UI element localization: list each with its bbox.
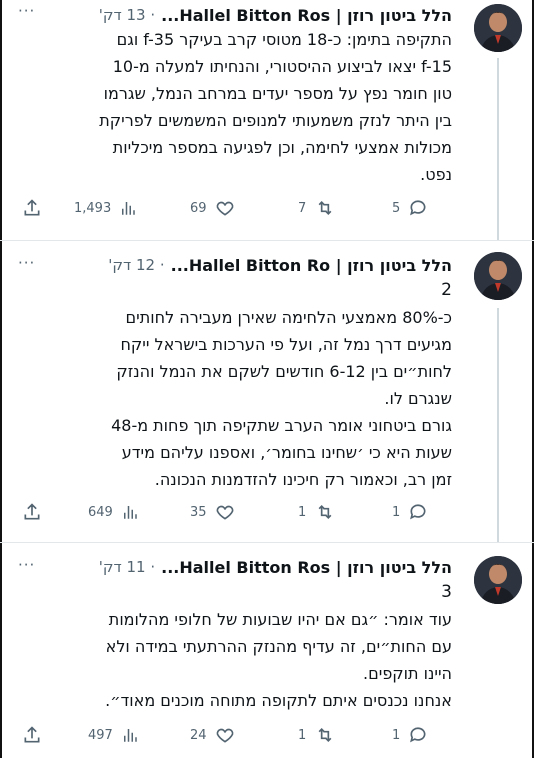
timestamp[interactable]: · 11 דק' [99,558,155,576]
avatar[interactable] [474,252,522,300]
avatar[interactable] [474,4,522,52]
tweet-line: גורם ביטחוני אומר הערב שתקיפה תוך פחות מ… [111,416,452,435]
tweet-body: עוד אומר: ״גם אם יהיו שבועות של חלופי מה… [20,606,452,714]
retweet-icon [318,200,332,216]
retweet-count: 7 [298,200,307,216]
tweet-line: התקיפה בתימן: כ-18 מטוסי קרב בעיקר f-35 … [116,30,452,49]
share-button[interactable] [22,720,42,750]
divider [0,240,534,241]
heart-icon [216,201,233,216]
more-icon[interactable]: ··· [18,556,35,574]
tweet-line: טון חומר נפץ על מספר יעדים במרחב הנמל, ש… [103,84,452,103]
reply-icon [410,504,426,520]
tweet-body: התקיפה בתימן: כ-18 מטוסי קרב בעיקר f-35 … [20,26,452,188]
reply-count: 5 [392,200,401,216]
tweet-header: הלל ביטון רוזן | Hallel Bitton Ro... · 1… [12,252,452,278]
timestamp-value: 11 דק' [98,558,146,576]
retweet-icon [318,727,332,743]
heart-icon [216,728,233,743]
views-count: 497 [88,727,113,743]
author-name[interactable]: הלל ביטון רוזן | Hallel Bitton Ros... [161,6,452,25]
views-count: 1,493 [74,200,112,216]
retweet-count: 1 [298,504,307,520]
tweet-3-actions: 497 24 1 1 [0,720,534,750]
reply-icon [410,727,426,743]
tweet-header: הלל ביטון רוזן | Hallel Bitton Ros... · … [12,554,452,580]
like-count: 35 [190,504,207,520]
avatar[interactable] [474,556,522,604]
share-icon [24,199,40,216]
reply-count: 1 [392,727,401,743]
retweet-button[interactable]: 1 [298,497,336,527]
tweet-line: בין היתר לנזק משמעותי למנופים המשמשים לפ… [99,111,452,130]
thread-number: 2 [441,280,452,300]
author-name[interactable]: הלל ביטון רוזן | Hallel Bitton Ro... [171,256,452,275]
tweet-line: זמן רב, וכאמור רק חיכינו להזדמנות הנכונה… [154,470,452,489]
reply-count: 1 [392,504,401,520]
views-icon [122,202,135,215]
tweet-line: נפט. [420,165,452,184]
tweet-line: f-15 יצאו לביצוע ההיסטורי, והנחיתו למעלה… [112,57,452,76]
timestamp[interactable]: · 13 דק' [99,6,155,24]
views-button[interactable]: 649 [88,497,139,527]
tweet-line: היינו תוקפים. [363,664,452,683]
like-count: 24 [190,727,207,743]
share-button[interactable] [22,497,42,527]
views-button[interactable]: 1,493 [74,193,137,223]
retweet-button[interactable]: 1 [298,720,336,750]
like-button[interactable]: 69 [190,193,235,223]
like-count: 69 [190,200,207,216]
author-name[interactable]: הלל ביטון רוזן | Hallel Bitton Ros... [161,558,452,577]
tweet-line: עם החות״ים, זה עדיף מהנזק ההרתעתי במידה … [105,637,452,656]
views-count: 649 [88,504,113,520]
tweet-line: מגיעים דרך נמל זה, ועל פי הערכות בישראל … [120,335,452,354]
like-button[interactable]: 35 [190,497,235,527]
more-icon[interactable]: ··· [18,254,35,272]
share-icon [24,726,40,743]
thread-number: 3 [441,582,452,602]
reply-button[interactable]: 1 [392,720,428,750]
tweet-1-actions: 1,493 69 7 5 [0,193,534,223]
tweet-line: אנחנו נכנסים איתם לתקופה מתוחה מוכנים מא… [105,691,452,710]
tweet-line: כ-80% מאמצעי הלחימה שאירן מעבירה לחותים [125,308,452,327]
retweet-button[interactable]: 7 [298,193,336,223]
tweet-line: שנגרם לו. [384,389,452,408]
more-icon[interactable]: ··· [18,2,35,20]
share-icon [24,503,40,520]
reply-button[interactable]: 1 [392,497,428,527]
divider [0,542,534,543]
retweet-count: 1 [298,727,307,743]
timestamp-value: 13 דק' [98,6,146,24]
tweet-line: עוד אומר: ״גם אם יהיו שבועות של חלופי מה… [108,610,452,629]
views-icon [123,729,137,742]
views-button[interactable]: 497 [88,720,139,750]
views-icon [123,506,137,519]
like-button[interactable]: 24 [190,720,235,750]
reply-icon [410,200,426,216]
timestamp-value: 12 דק' [108,256,156,274]
retweet-icon [318,504,332,520]
tweet-line: שעות היא כי ׳שחינו בחומר׳, ואספנו עליהם … [121,443,452,462]
reply-button[interactable]: 5 [392,193,428,223]
tweet-line: מכולות אמצעי לחימה, וכן לפגיעה במספר מיכ… [112,138,452,157]
timestamp[interactable]: · 12 דק' [108,256,164,274]
share-button[interactable] [22,193,42,223]
heart-icon [216,505,233,520]
tweet-body: כ-80% מאמצעי הלחימה שאירן מעבירה לחותים … [20,304,452,493]
tweet-line: לחות״ים בין 6-12 חודשים לשקם את הנמל והנ… [116,362,452,381]
tweet-2-actions: 649 35 1 1 [0,497,534,527]
tweet-header: הלל ביטון רוזן | Hallel Bitton Ros... · … [12,2,452,28]
